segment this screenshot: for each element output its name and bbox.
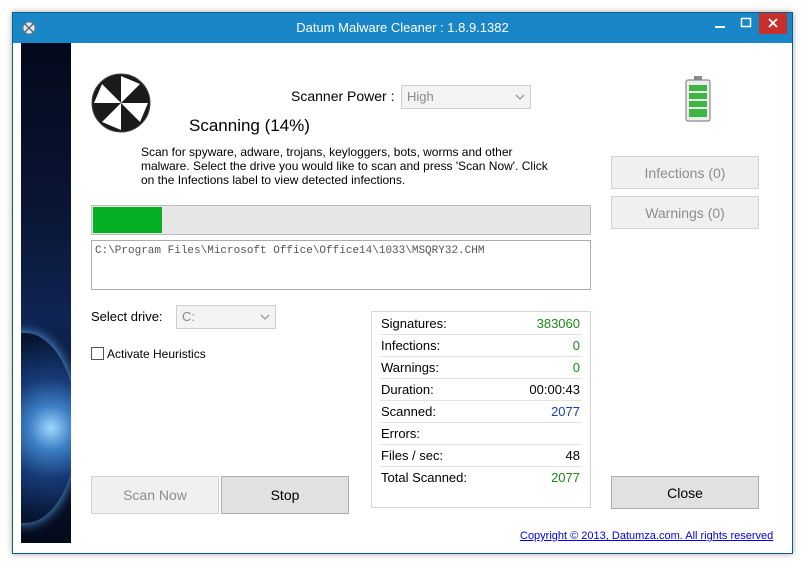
scan-description: Scan for spyware, adware, trojans, keylo… bbox=[141, 145, 548, 187]
warnings-button-label: Warnings (0) bbox=[645, 204, 725, 221]
stat-label: Total Scanned: bbox=[381, 470, 468, 485]
battery-icon bbox=[685, 76, 711, 122]
stat-label: Duration: bbox=[381, 382, 434, 397]
stat-value: 383060 bbox=[536, 316, 580, 331]
sidebar-space-image bbox=[21, 43, 71, 543]
warnings-button[interactable]: Warnings (0) bbox=[611, 196, 759, 229]
drive-value: C: bbox=[182, 309, 195, 324]
heuristics-label: Activate Heuristics bbox=[107, 347, 206, 361]
minimize-icon bbox=[715, 26, 725, 28]
stat-row-total-scanned: Total Scanned: 2077 bbox=[380, 466, 582, 488]
close-icon bbox=[768, 18, 778, 28]
stat-value: 2077 bbox=[551, 404, 580, 419]
stat-value: 0 bbox=[572, 360, 580, 375]
stat-row-files-per-sec: Files / sec: 48 bbox=[380, 444, 582, 467]
stat-value: 00:00:43 bbox=[529, 382, 580, 397]
window-title: Datum Malware Cleaner : 1.8.9.1382 bbox=[296, 20, 509, 35]
scanner-power-select[interactable]: High bbox=[401, 85, 531, 109]
heuristics-checkbox[interactable] bbox=[91, 347, 104, 360]
app-window: Datum Malware Cleaner : 1.8.9.1382 Scann… bbox=[12, 12, 793, 554]
drive-select[interactable]: C: bbox=[176, 305, 276, 329]
stat-label: Errors: bbox=[381, 426, 420, 441]
close-label: Close bbox=[667, 484, 703, 501]
stat-label: Files / sec: bbox=[381, 448, 444, 463]
main-panel: Scanner Power : High Scanning (14%) Scan… bbox=[71, 43, 792, 553]
stop-label: Stop bbox=[270, 487, 300, 503]
current-file-box: C:\Program Files\Microsoft Office\Office… bbox=[91, 240, 591, 290]
maximize-icon bbox=[740, 17, 752, 28]
scan-status: Scanning (14%) bbox=[189, 116, 310, 135]
title-bar[interactable]: Datum Malware Cleaner : 1.8.9.1382 bbox=[13, 13, 792, 43]
close-window-button[interactable] bbox=[759, 13, 787, 34]
stat-row-signatures: Signatures: 383060 bbox=[380, 312, 582, 335]
scan-progress-bar bbox=[91, 205, 591, 235]
close-button[interactable]: Close bbox=[611, 476, 759, 509]
umbrella-logo-icon bbox=[91, 73, 151, 133]
stat-row-duration: Duration: 00:00:43 bbox=[380, 378, 582, 401]
stat-label: Infections: bbox=[381, 338, 441, 353]
planet-decoration bbox=[21, 333, 71, 523]
infections-button-label: Infections (0) bbox=[644, 164, 726, 181]
scanner-power-label: Scanner Power : bbox=[291, 88, 395, 104]
infections-button[interactable]: Infections (0) bbox=[611, 156, 759, 189]
stop-button[interactable]: Stop bbox=[221, 476, 349, 514]
scan-now-label: Scan Now bbox=[123, 487, 187, 503]
chevron-down-icon bbox=[260, 314, 270, 320]
heuristics-option[interactable]: Activate Heuristics bbox=[91, 347, 206, 361]
stat-row-infections: Infections: 0 bbox=[380, 334, 582, 357]
stat-value: 0 bbox=[572, 338, 580, 353]
stat-label: Signatures: bbox=[381, 316, 447, 331]
current-file-path: C:\Program Files\Microsoft Office\Office… bbox=[95, 245, 485, 257]
copyright-link[interactable]: Copyright © 2013, Datumza.com. All right… bbox=[520, 530, 773, 542]
scanner-power-value: High bbox=[407, 89, 434, 104]
stat-row-errors: Errors: bbox=[380, 422, 582, 445]
minimize-button[interactable] bbox=[707, 13, 733, 34]
maximize-button[interactable] bbox=[733, 13, 759, 34]
stat-value: 2077 bbox=[551, 470, 580, 485]
stat-value: 48 bbox=[565, 448, 580, 463]
chevron-down-icon bbox=[515, 94, 525, 100]
scan-now-button[interactable]: Scan Now bbox=[91, 476, 219, 514]
stat-label: Warnings: bbox=[381, 360, 440, 375]
stat-row-scanned: Scanned: 2077 bbox=[380, 400, 582, 423]
stat-label: Scanned: bbox=[381, 404, 436, 419]
stat-row-warnings: Warnings: 0 bbox=[380, 356, 582, 379]
progress-fill bbox=[93, 207, 162, 233]
stats-panel: Signatures: 383060 Infections: 0 Warning… bbox=[371, 311, 591, 508]
select-drive-label: Select drive: bbox=[91, 309, 163, 324]
